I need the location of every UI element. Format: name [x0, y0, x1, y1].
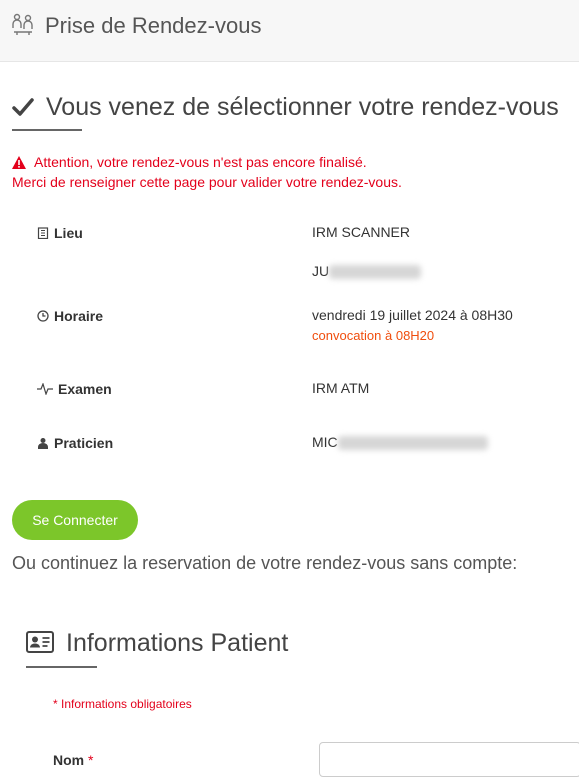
- horaire-value: vendredi 19 juillet 2024 à 08H30: [312, 307, 513, 323]
- horaire-label: Horaire: [37, 307, 103, 325]
- login-button[interactable]: Se Connecter: [12, 500, 138, 540]
- nom-field[interactable]: [319, 742, 579, 777]
- warning-alert: Attention, votre rendez-vous n'est pas e…: [12, 152, 402, 192]
- building-icon: [37, 227, 49, 239]
- lieu-label: Lieu: [37, 224, 83, 242]
- consultation-icon: [12, 13, 33, 35]
- patient-info-title: Informations Patient: [66, 629, 289, 657]
- selection-title: Vous venez de sélectionner votre rendez-…: [46, 93, 559, 121]
- alert-line-2: Merci de renseigner cette page pour vali…: [12, 174, 402, 190]
- title-divider: [26, 666, 97, 668]
- praticien-label: Praticien: [37, 434, 113, 452]
- doctor-icon: [38, 438, 48, 449]
- nom-label: Nom *: [53, 752, 94, 768]
- selection-header: Vous venez de sélectionner votre rendez-…: [12, 90, 572, 130]
- title-divider: [12, 129, 82, 131]
- page-title: Prise de Rendez-vous: [45, 13, 262, 38]
- pulse-icon: [37, 383, 53, 395]
- lieu-address: JU: [312, 262, 422, 280]
- lieu-value: IRM SCANNER: [312, 224, 411, 240]
- praticien-value: MIC: [312, 433, 488, 451]
- examen-label: Examen: [37, 380, 112, 398]
- redacted-text: [337, 436, 488, 451]
- top-bar: Prise de Rendez-vous: [0, 0, 579, 62]
- id-card-icon: [26, 631, 54, 653]
- alert-line-1: Attention, votre rendez-vous n'est pas e…: [34, 154, 367, 170]
- clock-icon: [37, 310, 49, 322]
- convocation-time: convocation à 08H20: [312, 328, 435, 343]
- continue-without-account-text: Ou continuez la reservation de votre ren…: [12, 553, 518, 573]
- examen-value: IRM ATM: [312, 380, 370, 396]
- required-star: *: [88, 752, 94, 768]
- redacted-text: [329, 265, 422, 280]
- required-fields-note: * Informations obligatoires: [53, 697, 192, 711]
- check-icon: [12, 98, 34, 116]
- warning-icon: [12, 155, 26, 169]
